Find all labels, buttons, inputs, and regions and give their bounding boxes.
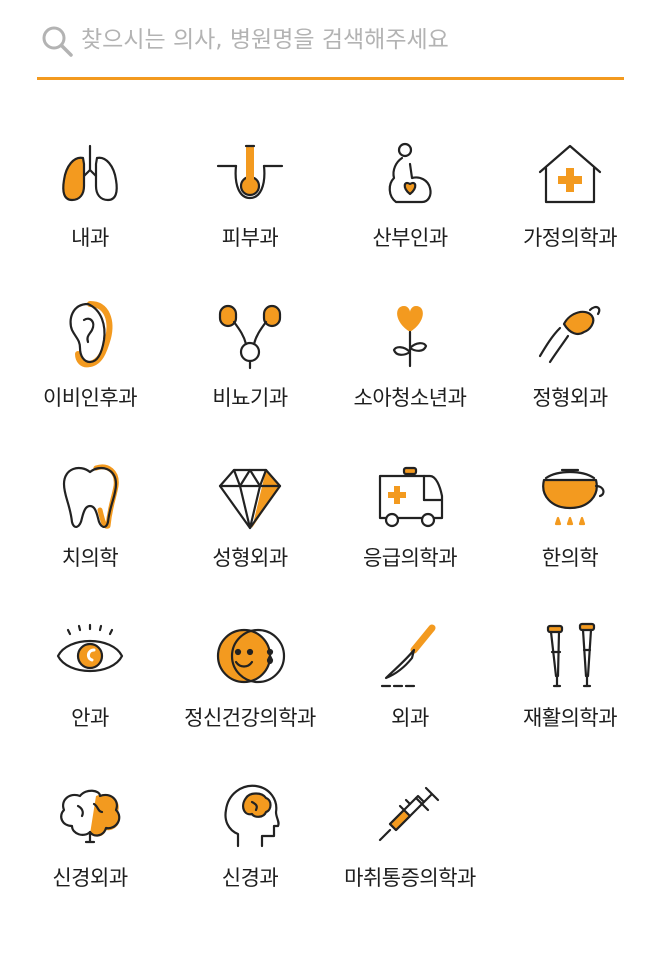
scalpel-icon (370, 616, 450, 696)
kidneys-bladder-icon (210, 296, 290, 376)
department-label: 정신건강의학과 (184, 706, 316, 730)
department-label: 재활의학과 (522, 706, 618, 730)
department-psychiatry[interactable]: 정신건강의학과 (170, 598, 330, 758)
department-orthopedics[interactable]: 정형외과 (490, 278, 650, 438)
department-plastic-surgery[interactable]: 성형외과 (170, 438, 330, 598)
herbal-pot-icon (530, 456, 610, 536)
department-label: 비뇨기과 (212, 386, 288, 410)
search-input[interactable] (81, 22, 601, 58)
department-label: 치의학 (61, 546, 119, 570)
department-label: 안과 (71, 706, 109, 730)
diamond-icon (210, 456, 290, 536)
department-label: 성형외과 (212, 546, 288, 570)
department-general-surgery[interactable]: 외과 (330, 598, 490, 758)
department-label: 소아청소년과 (353, 386, 467, 410)
tooth-icon (50, 456, 130, 536)
department-label: 외과 (391, 706, 429, 730)
department-label: 산부인과 (372, 226, 448, 250)
smiling-face-icon (210, 616, 290, 696)
department-grid: 내과 피부과 산부인과 가정의학과 이비인후과 비뇨기과 소아청소년과 정형외과… (10, 118, 650, 918)
department-ophthalmology[interactable]: 안과 (10, 598, 170, 758)
department-pediatrics[interactable]: 소아청소년과 (330, 278, 490, 438)
eye-icon (50, 616, 130, 696)
department-neurology[interactable]: 신경과 (170, 758, 330, 918)
department-label: 피부과 (221, 226, 279, 250)
house-medical-icon (530, 136, 610, 216)
department-ent[interactable]: 이비인후과 (10, 278, 170, 438)
crutches-icon (530, 616, 610, 696)
brain-icon (50, 776, 130, 856)
pregnant-woman-icon (370, 136, 450, 216)
heart-flower-icon (370, 296, 450, 376)
department-internal-medicine[interactable]: 내과 (10, 118, 170, 278)
department-label: 내과 (71, 226, 109, 250)
department-label: 신경과 (221, 866, 279, 890)
department-dentistry[interactable]: 치의학 (10, 438, 170, 598)
head-brain-icon (210, 776, 290, 856)
department-label: 정형외과 (532, 386, 608, 410)
department-label: 마취통증의학과 (344, 866, 476, 890)
joint-bone-icon (530, 296, 610, 376)
department-obgyn[interactable]: 산부인과 (330, 118, 490, 278)
department-label: 한의학 (541, 546, 599, 570)
syringe-icon (370, 776, 450, 856)
department-korean-medicine[interactable]: 한의학 (490, 438, 650, 598)
department-label: 가정의학과 (522, 226, 618, 250)
department-rehabilitation[interactable]: 재활의학과 (490, 598, 650, 758)
lungs-icon (50, 136, 130, 216)
department-dermatology[interactable]: 피부과 (170, 118, 330, 278)
department-label: 응급의학과 (362, 546, 458, 570)
department-label: 신경외과 (52, 866, 128, 890)
search-bar[interactable] (37, 0, 624, 80)
department-anesthesiology[interactable]: 마취통증의학과 (330, 758, 490, 918)
ear-icon (50, 296, 130, 376)
department-urology[interactable]: 비뇨기과 (170, 278, 330, 438)
department-neurosurgery[interactable]: 신경외과 (10, 758, 170, 918)
search-icon (42, 26, 73, 57)
department-family-medicine[interactable]: 가정의학과 (490, 118, 650, 278)
ambulance-icon (370, 456, 450, 536)
department-label: 이비인후과 (42, 386, 138, 410)
skin-follicle-icon (210, 136, 290, 216)
department-emergency-medicine[interactable]: 응급의학과 (330, 438, 490, 598)
